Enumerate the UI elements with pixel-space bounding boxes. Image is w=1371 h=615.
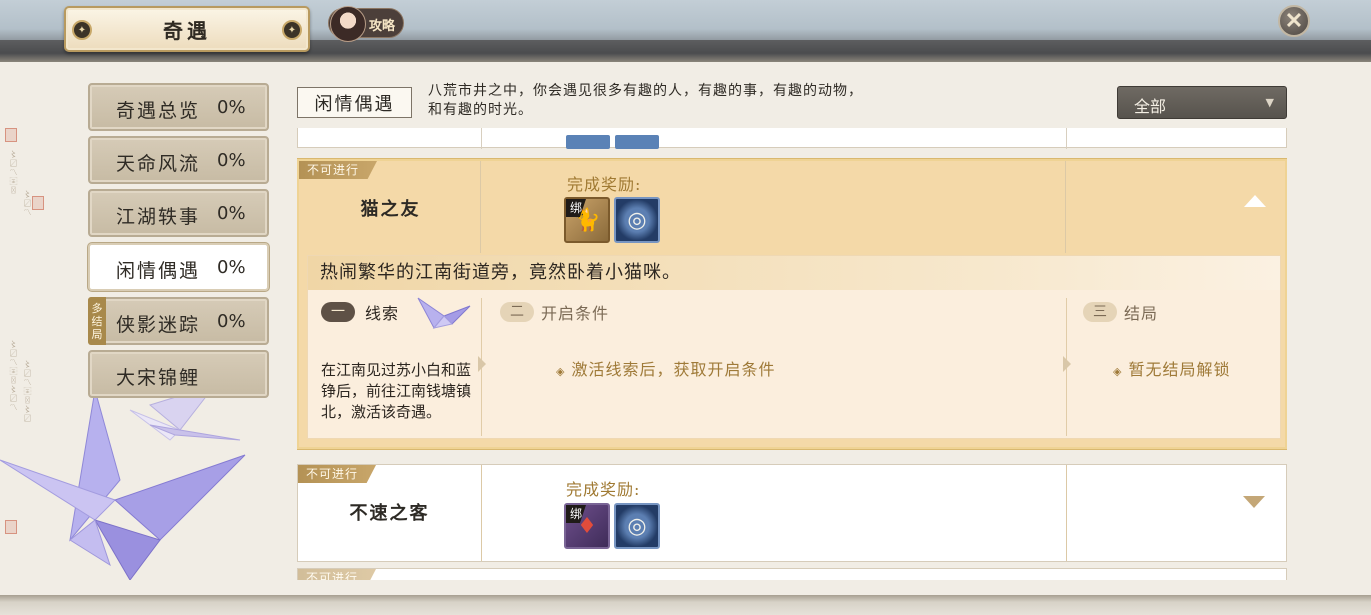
spirit-coin-icon: ◎ xyxy=(627,207,647,233)
paper-crane-icon xyxy=(417,297,471,329)
guide-avatar-icon xyxy=(330,6,366,42)
guide-button[interactable]: 攻略 xyxy=(328,6,404,42)
page-title: 奇遇 xyxy=(163,18,211,43)
step-title: 线索 xyxy=(365,304,400,323)
sidebar-tab-destiny[interactable]: 天命风流 0% xyxy=(88,136,269,184)
status-badge: 不可进行 xyxy=(299,161,377,179)
step-title: 结局 xyxy=(1124,304,1159,323)
clue-text: 在江南见过苏小白和蓝铮后，前往江南钱塘镇北，激活该奇遇。 xyxy=(321,361,472,421)
category-description-line: 和有趣的时光。 xyxy=(428,102,533,118)
close-button[interactable]: ✕ xyxy=(1278,5,1310,37)
sidebar-tab-percent: 0% xyxy=(217,150,246,171)
reward-item[interactable]: ◎ xyxy=(614,197,660,243)
step-number-badge: 一 xyxy=(321,302,355,322)
calligraphy-decoration: 〻〼〽〾〿 xyxy=(9,150,18,195)
origami-crane-icon xyxy=(0,384,246,580)
status-badge: 不可进行 xyxy=(298,569,376,580)
filter-selected-value: 全部 xyxy=(1134,97,1167,116)
sidebar-tab-label: 江湖轶事 xyxy=(116,206,201,228)
encounter-card-partial[interactable]: 不可进行 xyxy=(297,568,1287,580)
sidebar-tab-label: 闲情偶遇 xyxy=(116,260,201,282)
encounter-card-cat-friend[interactable]: 不可进行 猫之友 完成奖励: 🐈 绑 ◎ 热闹繁华的江南街道旁，竟然卧着小猫咪。… xyxy=(297,159,1287,449)
encounter-card-uninvited-guest[interactable]: 不可进行 不速之客 完成奖励: ♦ 绑 ◎ xyxy=(297,464,1287,562)
category-description-line: 八荒市井之中，你会遇见很多有趣的人，有趣的事，有趣的动物， xyxy=(428,83,863,99)
encounter-name: 不速之客 xyxy=(349,503,430,524)
encounter-name: 猫之友 xyxy=(360,199,421,220)
divider xyxy=(1065,161,1066,253)
divider xyxy=(1066,128,1067,149)
sidebar-tab-percent: 0% xyxy=(217,311,246,332)
step-title: 开启条件 xyxy=(541,304,610,323)
bottom-border xyxy=(0,595,1371,615)
seal-stamp-icon xyxy=(5,128,17,142)
chevron-down-icon: ▼ xyxy=(1265,96,1274,109)
sidebar-tab-overview[interactable]: 奇遇总览 0% xyxy=(88,83,269,131)
seal-stamp-icon xyxy=(32,196,44,210)
sidebar-tab-percent: 0% xyxy=(217,257,246,278)
ending-text-value: 暂无结局解锁 xyxy=(1128,360,1231,379)
reward-item[interactable]: 🐈 绑 xyxy=(564,197,610,243)
multi-ending-badge: 多 结 局 xyxy=(88,297,106,345)
sidebar-tab-percent: 0% xyxy=(217,203,246,224)
sidebar-tab-percent: 0% xyxy=(217,97,246,118)
status-badge: 不可进行 xyxy=(298,465,376,483)
divider xyxy=(1066,465,1067,561)
filter-dropdown[interactable]: 全部 ▼ xyxy=(1117,86,1287,119)
reward-item[interactable]: ◎ xyxy=(614,503,660,549)
reward-label: 完成奖励: xyxy=(567,175,642,194)
chevron-right-icon xyxy=(1063,356,1071,372)
encounter-description: 热闹繁华的江南街道旁，竟然卧着小猫咪。 xyxy=(308,256,1280,290)
condition-text-value: 激活线索后，获取开启条件 xyxy=(571,360,776,379)
sidebar-tab-shadow-trail[interactable]: 多 结 局 侠影迷踪 0% xyxy=(88,297,269,345)
knot-ornament-icon: ✦ xyxy=(72,20,92,40)
page-title-plate: ✦ 奇遇 ✦ xyxy=(64,6,310,52)
expand-icon[interactable] xyxy=(1243,496,1265,508)
sidebar-tab-label: 奇遇总览 xyxy=(116,100,201,122)
multi-ending-badge-char: 多 xyxy=(91,301,103,315)
sidebar-tab-label: 侠影迷踪 xyxy=(116,314,201,336)
multi-ending-badge-char: 局 xyxy=(91,327,103,341)
diamond-bullet-icon: ◈ xyxy=(556,365,566,378)
encounter-details: 热闹繁华的江南街道旁，竟然卧着小猫咪。 一 线索 二 开启条件 三 结局 在江南… xyxy=(307,255,1281,439)
condition-text: ◈ 激活线索后，获取开启条件 xyxy=(556,356,775,380)
knot-ornament-icon: ✦ xyxy=(282,20,302,40)
sidebar-tab-leisure[interactable]: 闲情偶遇 0% xyxy=(88,243,269,291)
divider xyxy=(480,161,481,253)
reward-item[interactable]: ♦ 绑 xyxy=(564,503,610,549)
category-description: 八荒市井之中，你会遇见很多有趣的人，有趣的事，有趣的动物， 和有趣的时光。 xyxy=(428,82,948,120)
spirit-coin-icon: ◎ xyxy=(627,513,647,539)
sidebar-tab-label: 大宋锦鲤 xyxy=(116,367,201,389)
reward-icon-partial xyxy=(615,135,659,149)
list-item-partial xyxy=(297,128,1287,149)
sidebar-tab-label: 天命风流 xyxy=(116,153,201,175)
encounter-list[interactable]: 不可进行 猫之友 完成奖励: 🐈 绑 ◎ 热闹繁华的江南街道旁，竟然卧着小猫咪。… xyxy=(297,128,1287,580)
reward-label: 完成奖励: xyxy=(566,480,641,499)
step-number-badge: 二 xyxy=(500,302,534,322)
divider xyxy=(481,128,482,149)
category-name: 闲情偶遇 xyxy=(297,87,412,118)
divider xyxy=(481,465,482,561)
ending-text: ◈ 暂无结局解锁 xyxy=(1113,356,1230,380)
sidebar-tab-koi[interactable]: 大宋锦鲤 xyxy=(88,350,269,398)
reward-icon-partial xyxy=(566,135,610,149)
multi-ending-badge-char: 结 xyxy=(91,314,103,328)
step-number-badge: 三 xyxy=(1083,302,1117,322)
guide-label: 攻略 xyxy=(369,19,396,34)
diamond-bullet-icon: ◈ xyxy=(1113,365,1123,378)
close-icon: ✕ xyxy=(1284,8,1304,34)
sidebar-tab-anecdotes[interactable]: 江湖轶事 0% xyxy=(88,189,269,237)
collapse-icon[interactable] xyxy=(1244,195,1266,207)
